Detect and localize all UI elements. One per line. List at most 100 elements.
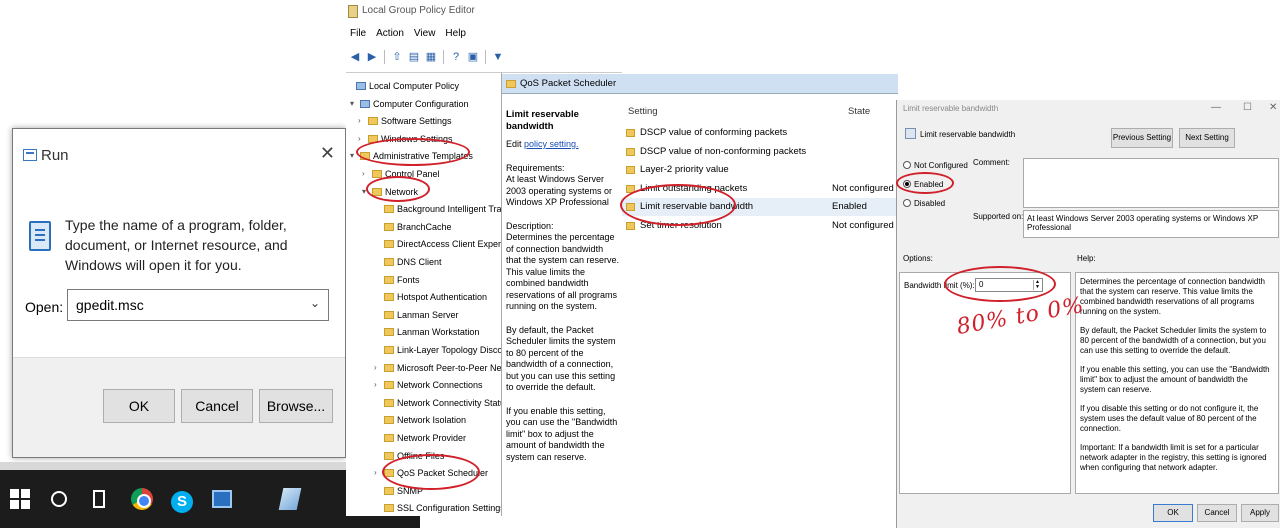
skype-icon[interactable]: S xyxy=(170,484,194,514)
chrome-icon[interactable] xyxy=(130,484,154,514)
tree-node[interactable]: Network xyxy=(372,185,418,199)
help-icon[interactable]: ? xyxy=(449,50,463,64)
settings-row[interactable]: Limit outstanding packets Not configured xyxy=(622,180,898,198)
tree-expander-icon[interactable]: › xyxy=(362,169,365,178)
tree-node[interactable]: DNS Client xyxy=(384,255,442,269)
tree-node[interactable]: Lanman Workstation xyxy=(384,325,479,339)
radio-disabled[interactable]: Disabled xyxy=(903,198,945,210)
tree-expander-icon[interactable]: › xyxy=(374,468,377,477)
edit-policy-link[interactable]: policy setting. xyxy=(524,139,579,149)
menu-action[interactable]: Action xyxy=(376,28,404,42)
tree-node[interactable]: BranchCache xyxy=(384,220,452,234)
chevron-down-icon[interactable]: ⌄ xyxy=(310,296,320,310)
export-list-icon[interactable]: ▦ xyxy=(424,50,438,64)
tree-node[interactable]: Windows Settings xyxy=(368,132,453,146)
tree-node[interactable]: Lanman Server xyxy=(384,308,459,322)
tree-node[interactable]: QoS Packet Scheduler xyxy=(384,466,488,480)
tree-node[interactable]: Network Connectivity Status Ind xyxy=(384,396,501,410)
cancel-button[interactable]: Cancel xyxy=(1197,504,1237,522)
windows-start-icon[interactable] xyxy=(10,484,32,514)
tree-node[interactable]: Network Isolation xyxy=(384,413,466,427)
forward-icon[interactable]: ▶ xyxy=(365,50,379,64)
settings-row[interactable]: DSCP value of conforming packets xyxy=(622,124,898,142)
folder-icon xyxy=(384,363,394,372)
tree-node-label: Lanman Server xyxy=(397,309,459,320)
spinner-arrows-icon[interactable]: ▲ ▼ xyxy=(1033,280,1041,290)
help-paragraph: Important: If a bandwidth limit is set f… xyxy=(1080,443,1267,472)
tree-node[interactable]: Network Provider xyxy=(384,431,466,445)
radio-dot-selected xyxy=(903,180,911,188)
tree-node[interactable]: Local Computer Policy xyxy=(356,79,459,93)
policy-setting-dialog: Limit reservable bandwidth — ☐ ✕ Limit r… xyxy=(896,100,1280,528)
menu-help[interactable]: Help xyxy=(445,28,466,42)
tree-node[interactable]: SSL Configuration Settings xyxy=(384,501,501,515)
tree-node[interactable]: Hotspot Authentication xyxy=(384,290,487,304)
tree-node-label: Offline Files xyxy=(397,450,445,461)
tree-node[interactable]: Computer Configuration xyxy=(360,97,469,111)
folder-icon xyxy=(372,170,382,178)
help-paragraph: If you enable this setting, you can use … xyxy=(1080,365,1270,394)
tree-expander-icon[interactable]: ▾ xyxy=(362,187,366,196)
comment-field[interactable] xyxy=(1023,158,1279,208)
task-view-icon[interactable] xyxy=(88,484,110,514)
browse-button[interactable]: Browse... xyxy=(259,389,333,423)
tree-node[interactable]: Administrative Templates xyxy=(360,149,473,163)
radio-not-configured[interactable]: Not Configured xyxy=(903,160,968,172)
next-setting-button[interactable]: Next Setting xyxy=(1179,128,1235,148)
previous-setting-button[interactable]: Previous Setting xyxy=(1111,128,1173,148)
tree-node[interactable]: Microsoft Peer-to-Peer Network xyxy=(384,361,501,375)
maximize-icon[interactable]: ☐ xyxy=(1243,102,1252,113)
sticky-notes-icon[interactable] xyxy=(278,484,302,514)
folder-icon xyxy=(384,434,394,442)
tree-expander-icon[interactable]: ▾ xyxy=(350,99,354,108)
help-paragraph: If you disable this setting or do not co… xyxy=(1080,404,1259,433)
radio-enabled[interactable]: Enabled xyxy=(903,179,943,191)
up-folder-icon[interactable]: ⇧ xyxy=(390,50,404,64)
open-input[interactable]: gpedit.msc ⌄ xyxy=(67,289,329,321)
tree-node-label: Network Isolation xyxy=(397,415,467,426)
gpe-title: Local Group Policy Editor xyxy=(362,5,475,16)
tree-node[interactable]: Offline Files xyxy=(384,449,444,463)
back-icon[interactable]: ◀ xyxy=(348,50,362,64)
tree-expander-icon[interactable]: › xyxy=(358,116,361,125)
settings-row[interactable]: Set timer resolution Not configured xyxy=(622,217,898,235)
cancel-button[interactable]: Cancel xyxy=(181,389,253,423)
run-icon[interactable] xyxy=(210,484,234,514)
tree-expander-icon[interactable]: ▾ xyxy=(350,151,354,160)
bandwidth-limit-input[interactable]: 0 ▲ ▼ xyxy=(975,278,1043,292)
tree-node-label: Local Computer Policy xyxy=(369,81,460,91)
column-header-setting[interactable]: Setting xyxy=(628,106,658,120)
tree-node[interactable]: Control Panel xyxy=(372,167,440,181)
close-icon[interactable]: ✕ xyxy=(1269,102,1277,113)
apply-button[interactable]: Apply xyxy=(1241,504,1279,522)
filter-icon[interactable]: ▼ xyxy=(491,50,505,64)
menu-file[interactable]: File xyxy=(350,28,366,42)
bandwidth-value: 0 xyxy=(979,280,984,289)
tree-expander-icon[interactable]: › xyxy=(358,134,361,143)
tree-node[interactable]: Link-Layer Topology Discovery xyxy=(384,343,501,357)
menu-view[interactable]: View xyxy=(414,28,436,42)
minimize-icon[interactable]: — xyxy=(1211,102,1221,113)
tree-node[interactable]: Background Intelligent Transfer xyxy=(384,202,501,216)
tree-node[interactable]: Network Connections xyxy=(384,378,483,392)
properties-icon[interactable]: ▣ xyxy=(466,50,480,64)
ok-button[interactable]: OK xyxy=(1153,504,1193,522)
settings-row[interactable]: Limit reservable bandwidth Enabled xyxy=(622,198,898,217)
folder-icon xyxy=(384,240,394,249)
tree-node[interactable]: SNMP xyxy=(384,484,423,498)
tree-node[interactable]: DirectAccess Client Experience S xyxy=(384,237,501,251)
settings-row[interactable]: Layer-2 priority value xyxy=(622,161,898,179)
show-hide-tree-icon[interactable]: ▤ xyxy=(407,50,421,64)
column-header-state[interactable]: State xyxy=(848,106,870,120)
close-icon[interactable]: ✕ xyxy=(320,143,335,164)
tree-node-label: DNS Client xyxy=(397,257,442,267)
tree-expander-icon[interactable]: › xyxy=(374,363,377,372)
tree-expander-icon[interactable]: › xyxy=(374,380,377,389)
cortana-icon[interactable] xyxy=(48,484,70,514)
settings-row[interactable]: DSCP value of non-conforming packets xyxy=(622,143,898,161)
tree-node[interactable]: Fonts xyxy=(384,273,420,287)
tree-node[interactable]: Software Settings xyxy=(368,114,452,128)
ok-button[interactable]: OK xyxy=(103,389,175,423)
folder-icon xyxy=(384,205,394,214)
enable-text: If you enable this setting, you can use … xyxy=(506,405,618,462)
